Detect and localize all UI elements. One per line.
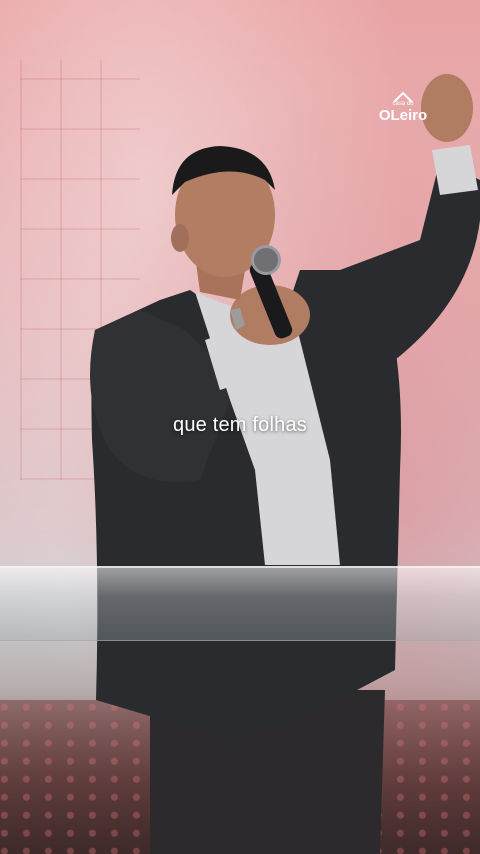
- video-frame: que tem folhas casa do OLeiro: [0, 0, 480, 854]
- glass-lectern: [0, 566, 480, 641]
- channel-logo: casa do OLeiro: [374, 90, 432, 126]
- subtitle-caption: que tem folhas: [173, 414, 307, 436]
- logo-text: OLeiro: [378, 107, 428, 124]
